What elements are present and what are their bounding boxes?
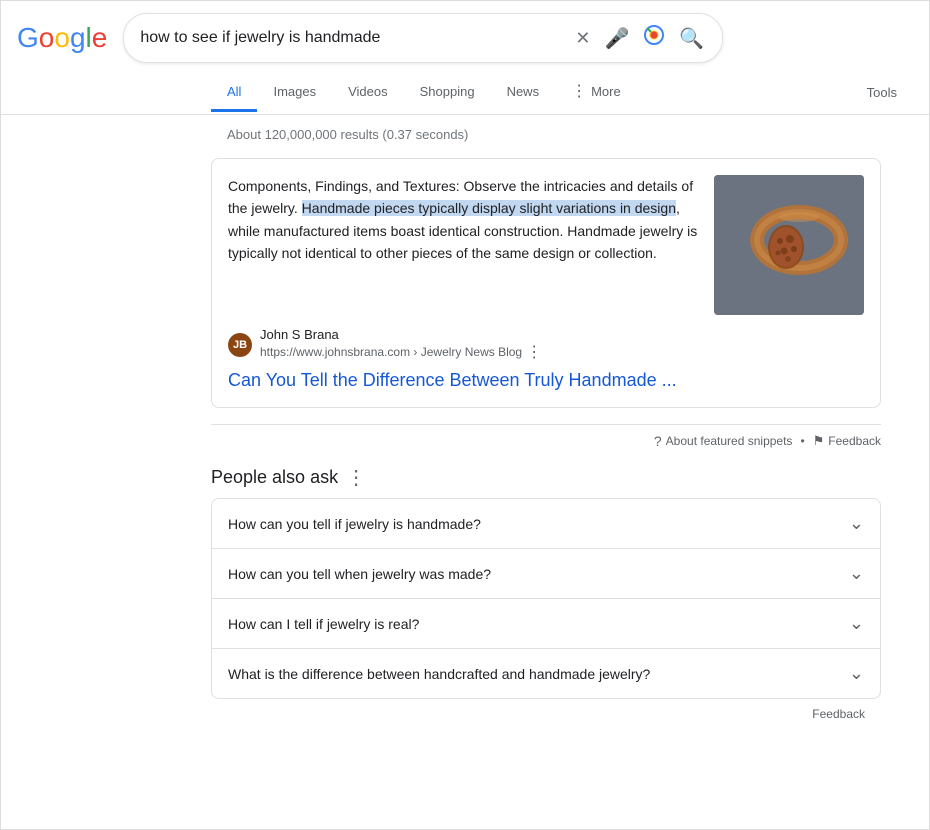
paa-question: How can you tell if jewelry is handmade?	[228, 516, 481, 532]
source-options-icon[interactable]: ⋮	[526, 342, 542, 362]
about-snippets-button[interactable]: ? About featured snippets	[654, 433, 793, 449]
tab-shopping[interactable]: Shopping	[404, 74, 491, 112]
search-tabs: All Images Videos Shopping News ⋮ More T…	[1, 67, 929, 115]
mic-icon: 🎤	[605, 26, 630, 51]
paa-header: People also ask ⋮	[211, 465, 881, 490]
featured-snippet: Components, Findings, and Textures: Obse…	[211, 158, 881, 408]
more-dots-icon: ⋮	[571, 81, 587, 101]
clear-button[interactable]: ✕	[573, 26, 592, 51]
source-url: https://www.johnsbrana.com › Jewelry New…	[260, 342, 542, 362]
tab-all[interactable]: All	[211, 74, 257, 112]
search-icons: ✕ 🎤 🔍	[573, 22, 706, 54]
main-content: About 120,000,000 results (0.37 seconds)…	[1, 115, 929, 729]
paa-question: How can you tell when jewelry was made?	[228, 566, 491, 582]
chevron-down-icon: ⌄	[849, 613, 864, 634]
paa-item[interactable]: How can I tell if jewelry is real? ⌄	[211, 598, 881, 648]
search-bar: how to see if jewelry is handmade ✕ 🎤	[123, 13, 723, 63]
google-logo: Google	[17, 22, 107, 54]
feedback-flag-icon: ⚑	[813, 433, 825, 449]
chevron-down-icon: ⌄	[849, 663, 864, 684]
footer-separator: •	[800, 434, 804, 448]
header: Google how to see if jewelry is handmade…	[1, 1, 929, 63]
search-icon: 🔍	[679, 26, 704, 51]
source-info: John S Brana https://www.johnsbrana.com …	[260, 327, 542, 362]
tools-button[interactable]: Tools	[851, 75, 913, 110]
paa-item[interactable]: What is the difference between handcraft…	[211, 648, 881, 699]
tab-more[interactable]: ⋮ More	[555, 71, 637, 114]
paa-options-icon[interactable]: ⋮	[346, 465, 366, 490]
chevron-down-icon: ⌄	[849, 563, 864, 584]
source-favicon: JB	[228, 333, 252, 357]
paa-item[interactable]: How can you tell if jewelry is handmade?…	[211, 498, 881, 548]
tab-images[interactable]: Images	[257, 74, 332, 112]
result-link[interactable]: Can You Tell the Difference Between Trul…	[228, 370, 864, 391]
lens-search-button[interactable]	[641, 22, 667, 54]
lens-icon	[643, 24, 665, 52]
paa-question: What is the difference between handcraft…	[228, 666, 650, 682]
snippet-feedback-button[interactable]: ⚑ Feedback	[813, 433, 881, 449]
close-icon: ✕	[575, 28, 590, 49]
people-also-ask-section: People also ask ⋮ How can you tell if je…	[211, 465, 881, 729]
snippet-content: Components, Findings, and Textures: Obse…	[228, 175, 864, 315]
source-row: JB John S Brana https://www.johnsbrana.c…	[228, 327, 864, 362]
paa-question: How can I tell if jewelry is real?	[228, 616, 419, 632]
search-submit-button[interactable]: 🔍	[677, 24, 706, 53]
snippet-footer: ? About featured snippets • ⚑ Feedback	[211, 424, 881, 449]
results-count: About 120,000,000 results (0.37 seconds)	[211, 127, 929, 142]
snippet-highlight: Handmade pieces typically display slight…	[302, 200, 676, 216]
snippet-image	[714, 175, 864, 315]
tab-news[interactable]: News	[491, 74, 556, 112]
chevron-down-icon: ⌄	[849, 513, 864, 534]
paa-item[interactable]: How can you tell when jewelry was made? …	[211, 548, 881, 598]
search-input[interactable]: how to see if jewelry is handmade	[140, 29, 565, 47]
snippet-text: Components, Findings, and Textures: Obse…	[228, 175, 698, 315]
voice-search-button[interactable]: 🎤	[603, 24, 632, 53]
paa-title: People also ask	[211, 467, 338, 488]
bottom-feedback-button[interactable]: Feedback	[211, 699, 881, 729]
tab-videos[interactable]: Videos	[332, 74, 404, 112]
source-name: John S Brana	[260, 327, 542, 342]
question-circle-icon: ?	[654, 433, 662, 449]
paa-list: How can you tell if jewelry is handmade?…	[211, 498, 881, 699]
